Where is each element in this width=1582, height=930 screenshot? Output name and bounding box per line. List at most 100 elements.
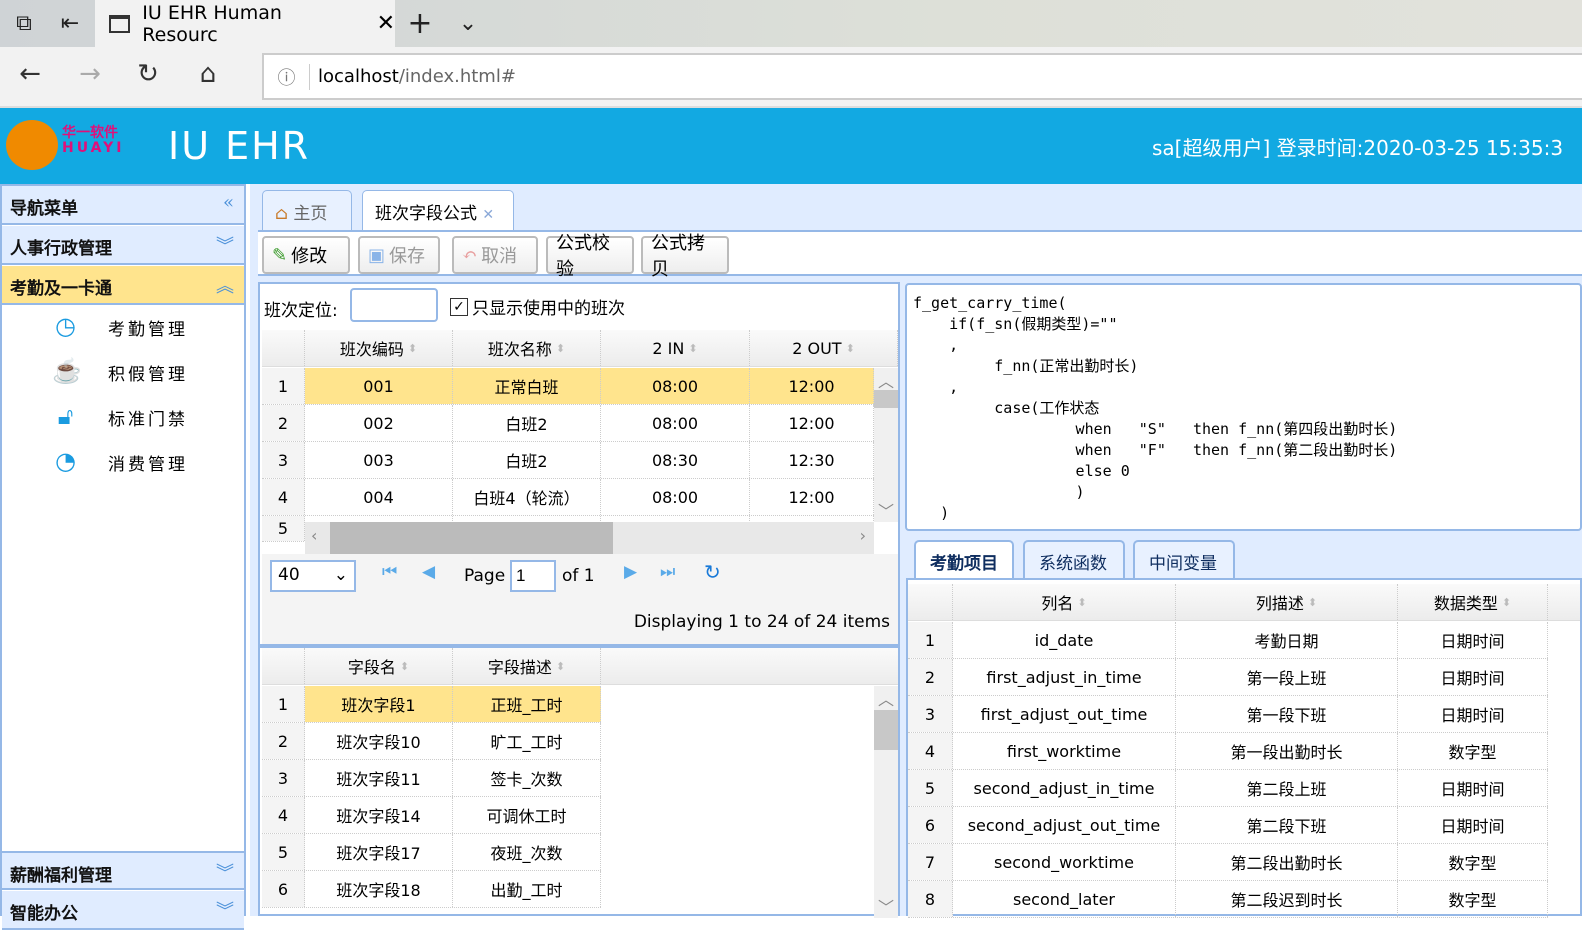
cell: 日期时间 — [1398, 696, 1548, 732]
cup-icon: ☕ — [52, 357, 85, 385]
tab-shift-formula[interactable]: 班次字段公式 ✕ — [362, 190, 514, 232]
ref-row[interactable]: 1 id_date 考勤日期 日期时间 — [908, 622, 1548, 659]
tab-attendance-items[interactable]: 考勤项目 — [914, 540, 1014, 578]
prev-page-icon[interactable]: ◀ — [422, 562, 435, 582]
col-column-desc[interactable]: 列描述 ⬍ — [1176, 584, 1398, 620]
col-field-desc[interactable]: 字段描述 ⬍ — [453, 648, 601, 684]
page-input[interactable] — [510, 560, 556, 592]
sidebar-group-payroll[interactable]: 薪酬福利管理 ︾ — [2, 851, 244, 890]
validate-formula-button[interactable]: 公式校验 — [546, 233, 634, 280]
sidebar-item-access[interactable]: 🔓︎ 标准门禁 — [52, 402, 188, 432]
cell: 数字型 — [1398, 881, 1548, 917]
cell: 004 — [305, 479, 453, 515]
cell: 002 — [305, 405, 453, 441]
ref-row[interactable]: 4 first_worktime 第一段出勤时长 数字型 — [908, 733, 1548, 770]
collapse-sidebar-icon[interactable]: « — [223, 192, 234, 213]
row-number: 8 — [908, 881, 953, 917]
new-tab-icon[interactable]: + — [400, 8, 440, 40]
reload-icon[interactable]: ↻ — [704, 560, 721, 584]
first-page-icon[interactable]: ⏮ — [382, 562, 397, 582]
formula-editor[interactable]: f_get_carry_time( if(f_sn(假期类型)="" , f_n… — [905, 283, 1582, 531]
field-row[interactable]: 1 班次字段1 正班_工时 — [262, 686, 601, 723]
cell: second_adjust_in_time — [953, 770, 1176, 806]
tab-system-functions[interactable]: 系统函数 — [1023, 540, 1125, 578]
row-number: 2 — [262, 723, 305, 759]
active-only-checkbox[interactable]: ✓ 只显示使用中的班次 — [450, 294, 625, 319]
ref-row[interactable]: 5 second_adjust_in_time 第二段上班 日期时间 — [908, 770, 1548, 807]
col-2out[interactable]: 2 OUT ⬍ — [750, 330, 898, 366]
forward-icon[interactable]: → — [70, 59, 110, 95]
field-row[interactable]: 3 班次字段11 签卡_次数 — [262, 760, 601, 797]
col-field-name[interactable]: 字段名 ⬍ — [305, 648, 453, 684]
cell: 正班_工时 — [453, 686, 601, 722]
field-grid-header: 字段名 ⬍ 字段描述 ⬍ — [262, 648, 898, 685]
tab-intermediate-vars[interactable]: 中间变量 — [1133, 540, 1235, 578]
sidebar-group-attendance[interactable]: 考勤及一卡通 ︽ — [2, 266, 244, 305]
ref-row[interactable]: 3 first_adjust_out_time 第一段下班 日期时间 — [908, 696, 1548, 733]
col-shift-code[interactable]: 班次编码 ⬍ — [305, 330, 453, 366]
horizontal-scrollbar[interactable]: ‹ › — [305, 522, 874, 554]
close-tab-icon[interactable]: ✕ — [482, 207, 494, 223]
sidebar-item-consumption[interactable]: ◔ 消费管理 — [52, 447, 188, 477]
shift-row[interactable]: 4 004 白班4（轮流） 08:00 12:00 — [262, 479, 874, 516]
shift-locate-input[interactable] — [350, 288, 438, 322]
logo-text: 华一软件 HUAYI — [62, 125, 125, 156]
tab-actions-icon[interactable]: ⧉ — [4, 8, 44, 40]
home-icon[interactable]: ⌂ — [188, 59, 228, 95]
next-page-icon[interactable]: ▶ — [624, 562, 637, 582]
ref-row[interactable]: 7 second_worktime 第二段出勤时长 数字型 — [908, 844, 1548, 881]
row-number: 3 — [262, 442, 305, 478]
tab-home[interactable]: ⌂ 主页 — [262, 190, 352, 230]
col-shift-name[interactable]: 班次名称 ⬍ — [453, 330, 601, 366]
close-tab-icon[interactable]: ✕ — [377, 11, 395, 36]
cell: 白班4（轮流） — [453, 479, 601, 515]
set-aside-tabs-icon[interactable]: ⇤ — [50, 8, 90, 40]
address-bar[interactable]: ⓘ localhost/index.html# — [262, 53, 1582, 100]
sidebar-title: 导航菜单 « — [2, 186, 244, 225]
back-icon[interactable]: ← — [10, 59, 50, 95]
col-data-type[interactable]: 数据类型 ⬍ — [1398, 584, 1548, 620]
shift-row[interactable]: 3 003 白班2 08:30 12:30 — [262, 442, 874, 479]
shift-grid-header: 班次编码 ⬍ 班次名称 ⬍ 2 IN ⬍ 2 OUT ⬍ — [262, 330, 898, 367]
field-panel: 字段名 ⬍ 字段描述 ⬍ 1 班次字段1 正班_工时 2 班次字段10 旷工_工时 3 班次字段1… — [258, 646, 900, 918]
vertical-scrollbar[interactable]: ︿ ﹀ — [874, 686, 898, 918]
cell: 白班2 — [453, 442, 601, 478]
field-row[interactable]: 6 班次字段18 出勤_工时 — [262, 871, 601, 908]
tab-list-chevron-icon[interactable]: ⌄ — [448, 8, 488, 40]
cell: 第二段上班 — [1176, 770, 1398, 806]
ref-row[interactable]: 8 second_later 第二段迟到时长 数字型 — [908, 881, 1548, 918]
ref-row[interactable]: 6 second_adjust_out_time 第二段下班 日期时间 — [908, 807, 1548, 844]
sidebar-item-attendance[interactable]: ◷ 考勤管理 — [52, 312, 188, 342]
copy-formula-button[interactable]: 公式拷贝 — [641, 233, 729, 280]
cell: 003 — [305, 442, 453, 478]
col-column-name[interactable]: 列名 ⬍ — [953, 584, 1176, 620]
undo-icon: ↶ — [462, 244, 478, 266]
field-row[interactable]: 2 班次字段10 旷工_工时 — [262, 723, 601, 760]
vertical-scrollbar[interactable]: ︿ ﹀ — [874, 368, 898, 522]
page-size-select[interactable]: 40 ⌄ — [270, 560, 356, 592]
row-number: 4 — [908, 733, 953, 769]
sidebar-group-hr[interactable]: 人事行政管理 ︾ — [2, 226, 244, 265]
sidebar-group-office[interactable]: 智能办公 ︾ — [2, 891, 244, 930]
gauge-icon: ◔ — [55, 447, 79, 475]
expand-icon: ︾ — [216, 863, 234, 884]
sidebar-item-leave[interactable]: ☕ 积假管理 — [52, 357, 188, 387]
cancel-button[interactable]: ↶ 取消 — [452, 236, 538, 274]
ref-panel: 列名 ⬍ 列描述 ⬍ 数据类型 ⬍ 1 id_date 考勤日期 日期时间 2 first_ad… — [906, 578, 1582, 918]
edit-button[interactable]: ✎ 修改 — [262, 236, 350, 274]
collapse-icon: ︽ — [216, 276, 234, 297]
ref-row[interactable]: 2 first_adjust_in_time 第一段上班 日期时间 — [908, 659, 1548, 696]
refresh-icon[interactable]: ↻ — [128, 59, 168, 95]
field-row[interactable]: 4 班次字段14 可调休工时 — [262, 797, 601, 834]
save-button[interactable]: ▣ 保存 — [358, 236, 440, 274]
pager-display-info: Displaying 1 to 24 of 24 items — [633, 612, 890, 632]
field-row[interactable]: 5 班次字段17 夜班_次数 — [262, 834, 601, 871]
last-page-icon[interactable]: ⏭ — [660, 562, 675, 582]
floppy-icon: ▣ — [368, 244, 386, 266]
col-2in[interactable]: 2 IN ⬍ — [601, 330, 750, 366]
shift-row[interactable]: 2 002 白班2 08:00 12:00 — [262, 405, 874, 442]
pencil-icon: ✎ — [272, 244, 288, 266]
browser-tab[interactable]: IU EHR Human Resourc ✕ — [95, 0, 395, 47]
shift-row[interactable]: 1 001 正常白班 08:00 12:00 — [262, 368, 874, 405]
unlock-icon: 🔓︎ — [57, 402, 77, 430]
